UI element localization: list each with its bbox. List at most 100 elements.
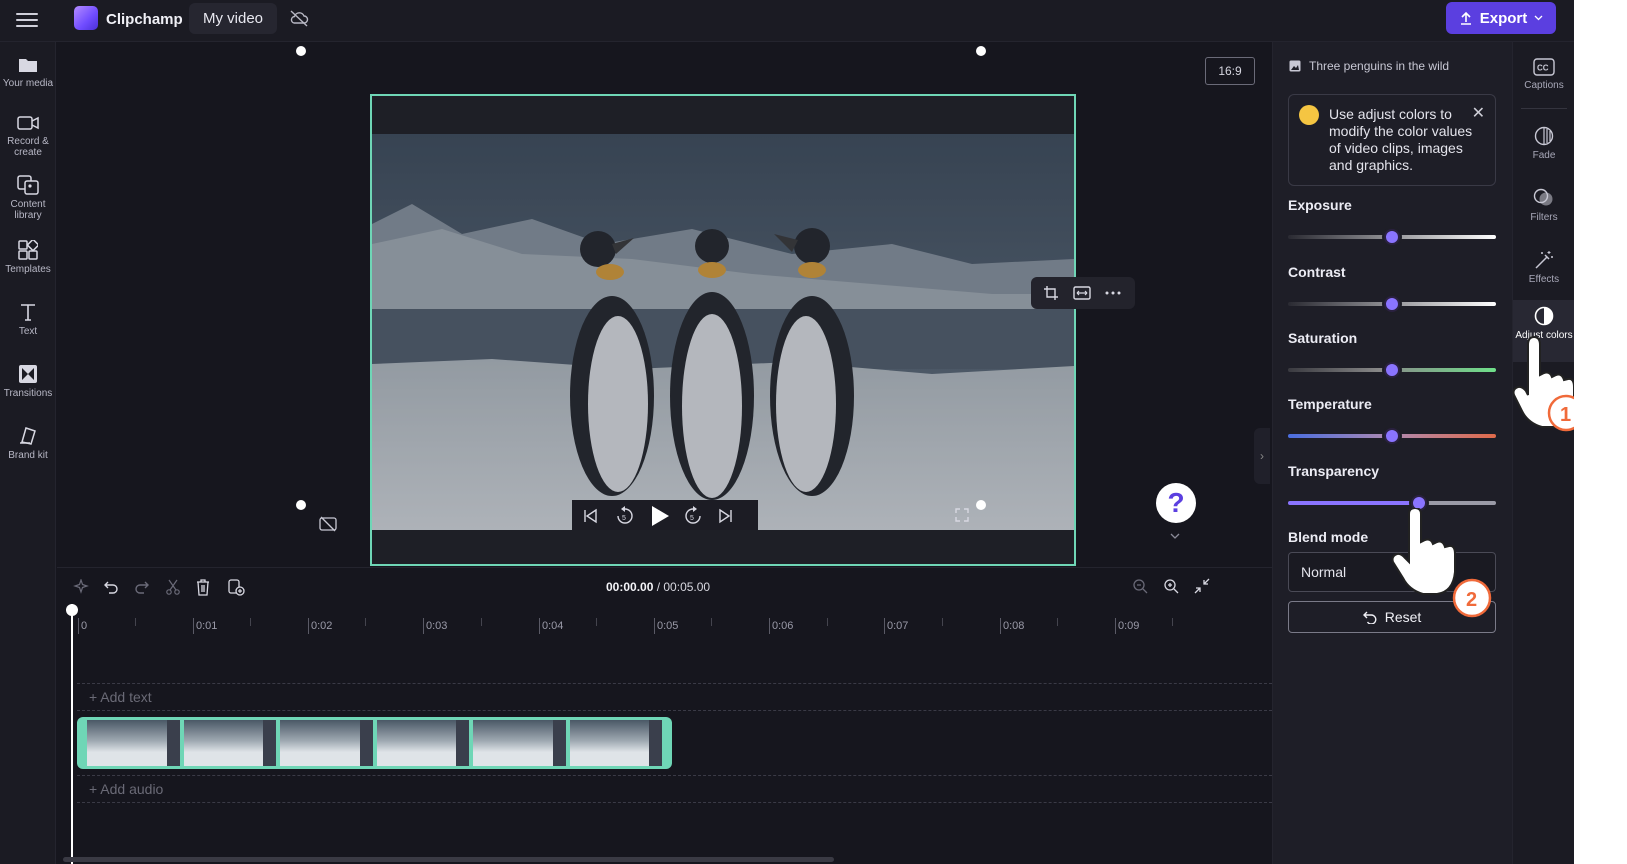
export-label: Export xyxy=(1479,9,1528,27)
resize-handle-bottom-left[interactable] xyxy=(296,500,306,510)
timeline-scrollbar[interactable] xyxy=(63,857,834,862)
chevron-down-icon[interactable] xyxy=(1170,533,1180,539)
timeline-toolbar: 00:00.00 / 00:05.00 xyxy=(57,568,1272,606)
playback-controls: 5 5 xyxy=(572,500,758,530)
magic-icon[interactable] xyxy=(73,579,89,595)
timeline-ruler[interactable]: 0 0:01 0:02 0:03 0:04 0:05 0:06 0:07 0:0… xyxy=(75,606,1272,636)
timecode-display: 00:00.00 / 00:05.00 xyxy=(606,580,710,594)
rail-item-fade[interactable]: Fade xyxy=(1513,126,1574,161)
undo-icon[interactable] xyxy=(103,579,119,595)
left-sidebar: Your media Record & create Content libra… xyxy=(0,42,56,864)
emoji-icon xyxy=(1299,105,1319,125)
ruler-label: 0:08 xyxy=(1000,618,1024,634)
ruler-label: 0:02 xyxy=(308,618,332,634)
sidebar-item-content-library[interactable]: Content library xyxy=(0,175,56,221)
ruler-label: 0:01 xyxy=(193,618,217,634)
ruler-label: 0:09 xyxy=(1115,618,1139,634)
total-time: / 00:05.00 xyxy=(656,580,711,594)
captions-icon: CC xyxy=(1533,58,1555,76)
video-preview-area: 16:9 5 5 ? xyxy=(57,42,1272,567)
rail-item-filters[interactable]: Filters xyxy=(1513,188,1574,223)
menu-icon[interactable] xyxy=(16,10,38,30)
clipchamp-logo xyxy=(74,6,98,30)
effects-icon xyxy=(1535,251,1553,269)
fullscreen-icon[interactable] xyxy=(955,508,969,522)
playhead[interactable] xyxy=(71,604,73,864)
image-icon xyxy=(1289,60,1301,72)
rewind-5-icon[interactable]: 5 xyxy=(616,506,634,526)
crop-icon[interactable] xyxy=(1043,285,1059,301)
timeline: 00:00.00 / 00:05.00 0 0:01 0:02 0:03 0:0… xyxy=(57,567,1272,864)
penguins-video-frame xyxy=(372,134,1074,530)
penguins-image xyxy=(372,134,1074,530)
zoom-in-icon[interactable] xyxy=(1163,578,1179,594)
ruler-label: 0:07 xyxy=(884,618,908,634)
saturation-slider-knob[interactable] xyxy=(1384,362,1400,378)
play-icon[interactable] xyxy=(650,505,670,527)
transparency-label: Transparency xyxy=(1288,463,1380,479)
skip-back-icon[interactable] xyxy=(582,508,598,524)
redo-icon[interactable] xyxy=(134,579,150,595)
clip-thumbnail xyxy=(87,720,180,766)
clip-thumbnail xyxy=(376,720,469,766)
playhead-handle[interactable] xyxy=(66,604,78,616)
close-icon[interactable]: ✕ xyxy=(1472,103,1485,123)
sidebar-item-your-media[interactable]: Your media xyxy=(0,56,56,89)
help-button[interactable]: ? xyxy=(1156,483,1196,523)
folder-icon xyxy=(19,59,37,72)
skip-forward-icon[interactable] xyxy=(718,508,734,524)
video-title-field[interactable]: My video xyxy=(189,3,278,34)
sidebar-item-text[interactable]: Text xyxy=(0,302,56,337)
text-icon xyxy=(21,304,35,321)
captions-off-icon[interactable] xyxy=(319,516,337,532)
hand-pointer-step-2: 2 xyxy=(1391,508,1492,618)
ruler-label: 0 xyxy=(78,618,87,634)
adjust-colors-panel: Three penguins in the wild Use adjust co… xyxy=(1272,42,1512,864)
delete-icon[interactable] xyxy=(195,578,211,596)
rail-item-captions[interactable]: CC Captions xyxy=(1513,56,1574,91)
rail-label: Captions xyxy=(1524,80,1564,91)
aspect-ratio-button[interactable]: 16:9 xyxy=(1205,57,1255,85)
camera-icon xyxy=(17,116,39,130)
resize-handle-top-right[interactable] xyxy=(976,46,986,56)
rail-item-effects[interactable]: Effects xyxy=(1513,250,1574,285)
exposure-slider-knob[interactable] xyxy=(1384,229,1400,245)
resize-handle-top-left[interactable] xyxy=(296,46,306,56)
forward-5-icon[interactable]: 5 xyxy=(684,506,702,526)
collapse-panel-button[interactable]: › xyxy=(1254,428,1270,484)
transparency-slider[interactable] xyxy=(1288,501,1496,505)
cloud-sync-off-icon[interactable] xyxy=(289,9,309,27)
hand-pointer-step-1: 1 xyxy=(1512,335,1574,432)
blend-mode-label: Blend mode xyxy=(1288,529,1369,545)
top-bar: Clipchamp My video Export xyxy=(0,0,1574,42)
chevron-down-icon xyxy=(1534,15,1543,21)
clip-thumbnail xyxy=(280,720,373,766)
fade-icon xyxy=(1534,126,1554,146)
step-number: 1 xyxy=(1560,404,1571,426)
audio-track[interactable]: + Add audio xyxy=(77,775,1272,803)
temperature-slider-knob[interactable] xyxy=(1384,428,1400,444)
text-track[interactable]: + Add text xyxy=(77,683,1272,711)
export-button[interactable]: Export xyxy=(1446,2,1556,34)
split-icon[interactable] xyxy=(165,579,181,595)
sidebar-label: Text xyxy=(18,326,38,337)
templates-icon xyxy=(18,240,38,260)
fit-icon[interactable] xyxy=(1073,285,1091,301)
preview-canvas[interactable] xyxy=(370,94,1076,566)
sidebar-item-transitions[interactable]: Transitions xyxy=(0,364,56,399)
resize-handle-bottom-right[interactable] xyxy=(976,500,986,510)
more-options-icon[interactable] xyxy=(1105,291,1121,295)
fit-timeline-icon[interactable] xyxy=(1194,578,1210,594)
video-clip[interactable] xyxy=(77,717,672,769)
sidebar-item-record-create[interactable]: Record & create xyxy=(0,114,56,158)
svg-text:CC: CC xyxy=(1537,64,1549,73)
duplicate-icon[interactable] xyxy=(227,578,245,596)
ruler-label: 0:04 xyxy=(539,618,563,634)
contrast-slider-knob[interactable] xyxy=(1384,296,1400,312)
panel-title: Three penguins in the wild xyxy=(1289,59,1449,73)
sidebar-item-templates[interactable]: Templates xyxy=(0,240,56,275)
clip-thumbnail xyxy=(473,720,566,766)
filters-icon xyxy=(1533,188,1553,206)
zoom-out-icon[interactable] xyxy=(1132,578,1148,594)
sidebar-item-brand-kit[interactable]: Brand kit xyxy=(0,426,56,461)
